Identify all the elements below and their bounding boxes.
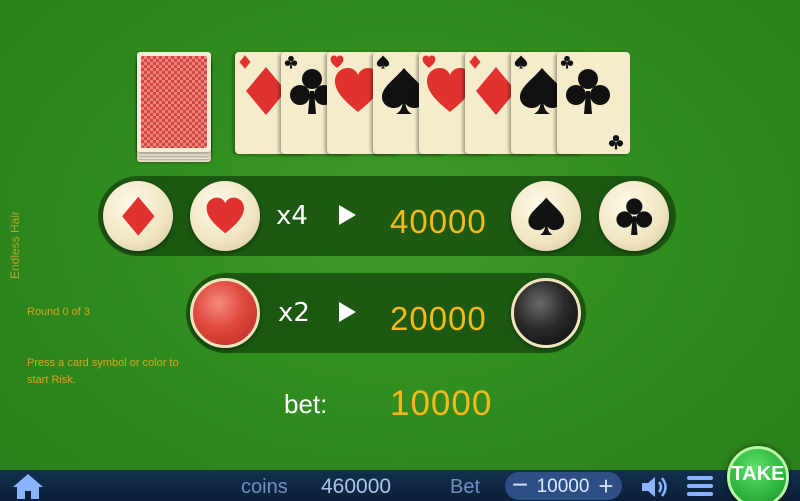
color-win-amount: 20000 xyxy=(390,300,487,337)
bet-stepper-value: 10000 xyxy=(536,476,590,497)
black-color-button[interactable] xyxy=(511,278,581,348)
bet-decrease-button[interactable]: − xyxy=(507,471,533,500)
sound-icon[interactable] xyxy=(640,474,670,500)
diamond-icon xyxy=(118,196,159,237)
coins-value: 460000 xyxy=(321,475,392,498)
color-multiplier: x2 xyxy=(278,298,310,328)
suit-bet-panel xyxy=(98,176,676,256)
bet-value: 10000 xyxy=(390,384,493,423)
suit-arrow-icon xyxy=(337,204,357,231)
bottom-bar xyxy=(0,470,800,501)
menu-icon[interactable] xyxy=(686,474,714,498)
red-color-button[interactable] xyxy=(190,278,260,348)
bottom-bet-label: Bet xyxy=(450,476,481,498)
club-icon xyxy=(608,134,624,150)
club-button[interactable] xyxy=(599,181,669,251)
suit-win-amount: 40000 xyxy=(390,203,487,240)
game-title: Endless Hair xyxy=(8,210,22,280)
card-deck xyxy=(137,52,211,162)
diamond-button[interactable] xyxy=(103,181,173,251)
home-icon[interactable] xyxy=(12,472,44,500)
color-arrow-icon xyxy=(337,301,357,328)
club-icon xyxy=(614,196,655,237)
club-icon xyxy=(563,66,613,116)
round-indicator: Round 0 of 3 xyxy=(27,306,90,318)
card-back-pattern xyxy=(141,56,207,148)
heart-button[interactable] xyxy=(190,181,260,251)
spade-icon xyxy=(526,196,567,237)
spade-button[interactable] xyxy=(511,181,581,251)
heart-icon xyxy=(205,196,246,237)
suit-multiplier: x4 xyxy=(276,201,308,231)
bet-label: bet: xyxy=(284,389,328,419)
history-card xyxy=(557,52,630,154)
take-button[interactable]: TAKE xyxy=(727,446,789,501)
instruction-text: Press a card symbol or color to start Ri… xyxy=(27,357,179,386)
coins-label: coins xyxy=(241,476,288,498)
bet-increase-button[interactable]: + xyxy=(593,472,619,500)
